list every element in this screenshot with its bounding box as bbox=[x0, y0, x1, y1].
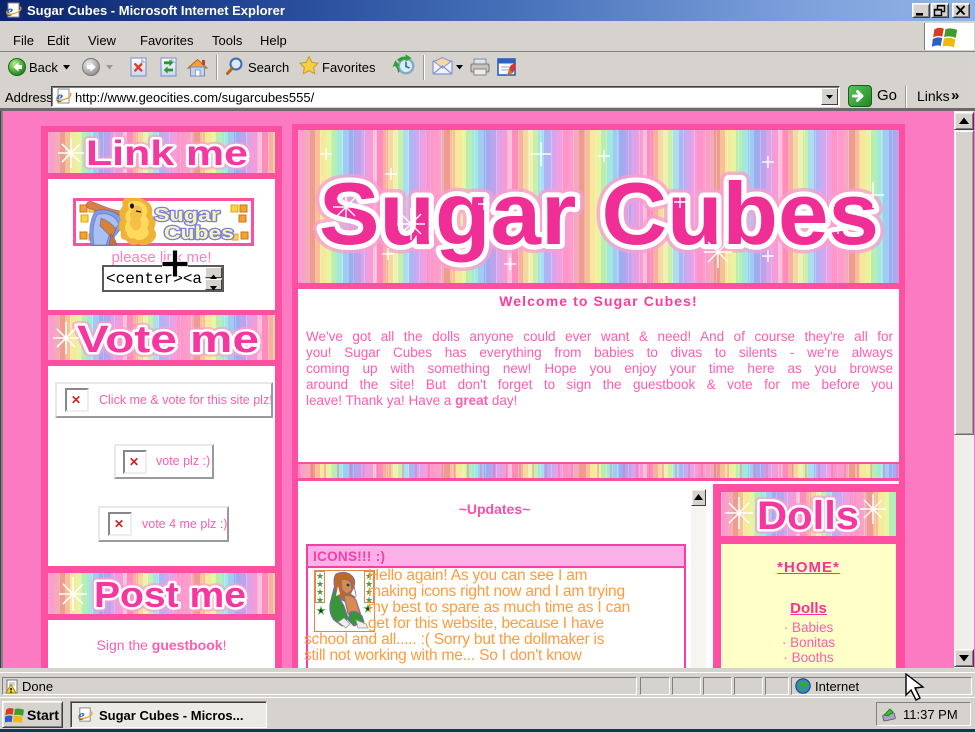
svg-text:Post me: Post me bbox=[94, 574, 246, 614]
svg-text:Sugar Cubes: Sugar Cubes bbox=[319, 164, 879, 263]
svg-text:Link me: Link me bbox=[86, 134, 248, 173]
svg-text:★: ★ bbox=[317, 606, 326, 617]
svg-text:e: e bbox=[56, 89, 63, 105]
svg-text:Vote me: Vote me bbox=[77, 319, 259, 360]
svg-text:★: ★ bbox=[316, 595, 324, 605]
svg-text:Sugar: Sugar bbox=[154, 205, 220, 225]
svg-text:Dolls: Dolls bbox=[757, 494, 859, 536]
svg-text:Cubes: Cubes bbox=[164, 223, 234, 243]
svg-text:e: e bbox=[6, 3, 13, 19]
